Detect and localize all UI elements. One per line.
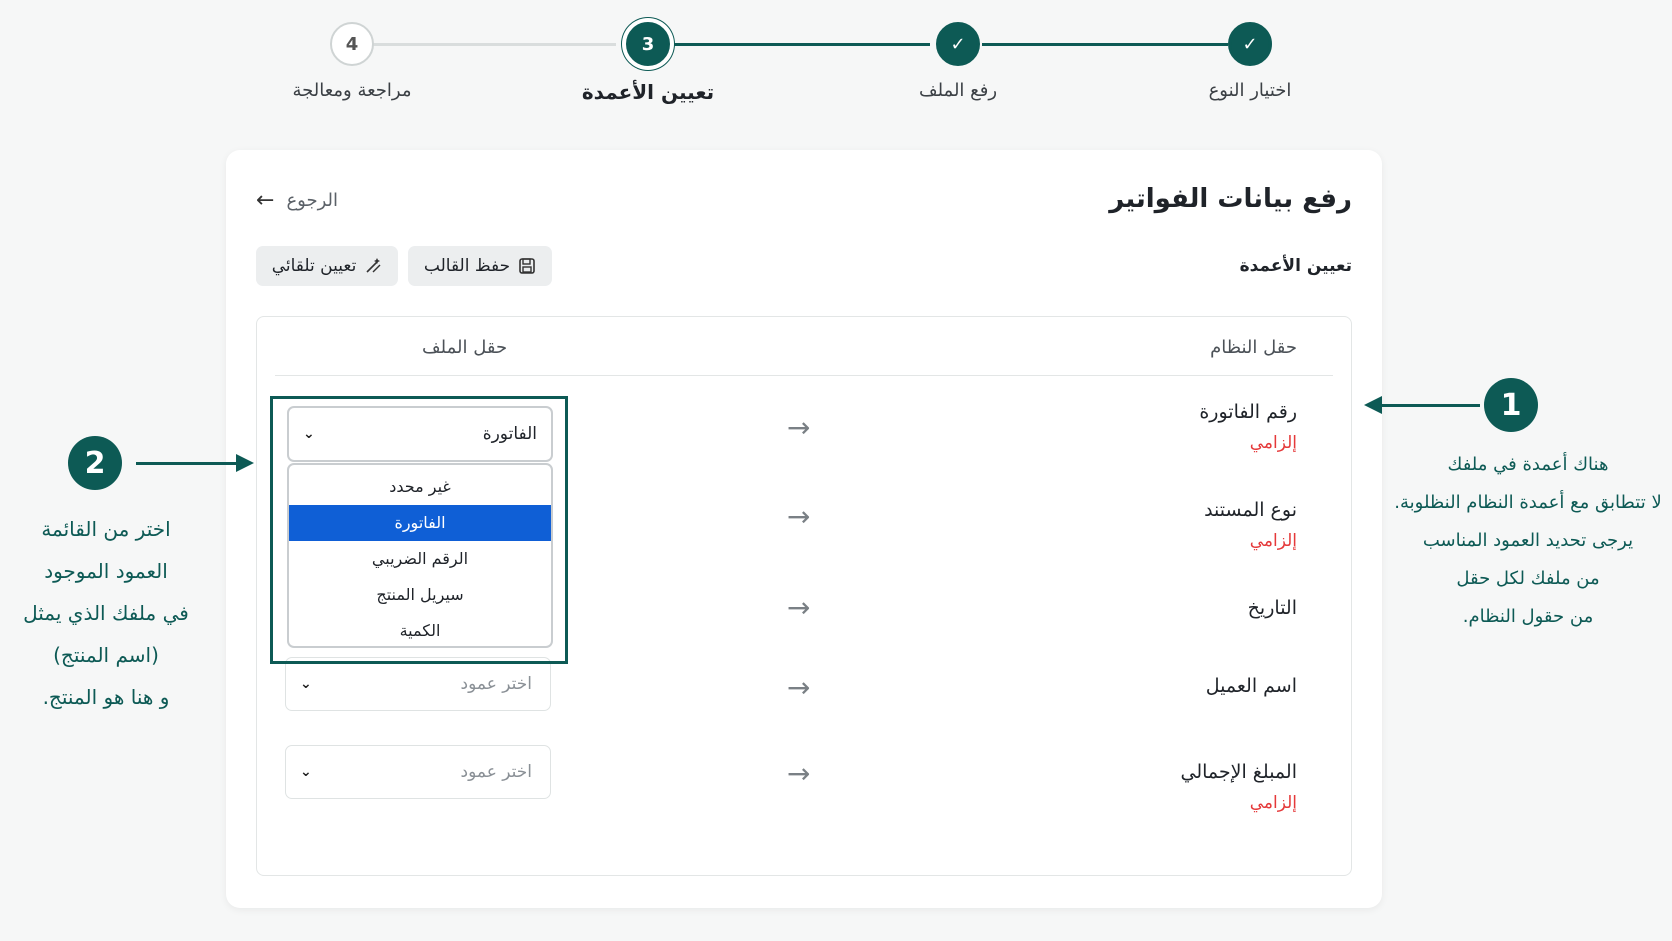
table-row-label: اسم العميل bbox=[1206, 675, 1297, 697]
auto-assign-button[interactable]: تعيين تلقائي bbox=[256, 246, 398, 286]
annotation-line: في ملفك الذي يمثل bbox=[23, 601, 189, 625]
step-2-label: رفع الملف bbox=[918, 80, 998, 101]
annotation-line: من ملفك لكل حقل bbox=[1456, 568, 1600, 589]
system-field-name: التاريخ bbox=[1247, 597, 1297, 619]
annotation-text-1: هناك أعمدة في ملفك لا تتطابق مع أعمدة ال… bbox=[1390, 446, 1666, 636]
step-1-label: اختيار النوع bbox=[1208, 80, 1292, 101]
arrow-left-icon: ← bbox=[256, 188, 275, 213]
dropdown-option[interactable]: الرقم الضريبي bbox=[289, 541, 551, 577]
auto-assign-label: تعيين تلقائي bbox=[271, 256, 357, 276]
arrow-head-left-icon bbox=[1364, 396, 1382, 414]
dropdown-option[interactable]: غير محدد bbox=[289, 469, 551, 505]
dropdown-option[interactable]: سيريل المنتج bbox=[289, 577, 551, 613]
annotation-line: اختر من القائمة bbox=[41, 517, 171, 541]
annotation-line: العمود الموجود bbox=[44, 559, 168, 583]
annotation-line: لا تتطابق مع أعمدة النظام النظلوبة. bbox=[1394, 492, 1662, 513]
chevron-down-icon: ⌄ bbox=[303, 426, 315, 442]
save-template-button[interactable]: حفظ القالب bbox=[408, 246, 552, 286]
dropdown-option[interactable]: الكمية bbox=[289, 613, 551, 649]
arrow-right-icon: → bbox=[787, 757, 811, 790]
back-button[interactable]: ← الرجوع bbox=[256, 188, 338, 213]
system-field-name: نوع المستند bbox=[1204, 499, 1297, 521]
annotation-line: و هنا هو المنتج. bbox=[42, 685, 170, 709]
back-label: الرجوع bbox=[286, 190, 339, 211]
step-4-number[interactable]: 4 bbox=[330, 22, 374, 66]
step-3-number[interactable]: 3 bbox=[626, 22, 670, 66]
step-4-label: مراجعة ومعالجة bbox=[292, 80, 412, 101]
arrow-right-icon: → bbox=[787, 500, 811, 533]
select-value: الفاتورة bbox=[482, 424, 537, 444]
system-field-name: اسم العميل bbox=[1205, 675, 1297, 697]
select-placeholder: اختر عمود bbox=[460, 674, 532, 694]
system-field-header: حقل النظام bbox=[1210, 337, 1297, 358]
progress-stepper: ✓ ✓ 3 4 اختيار النوع رفع الملف تعيين الأ… bbox=[0, 0, 1672, 120]
arrow-right-icon: → bbox=[787, 671, 811, 704]
required-label: إلزامي bbox=[1249, 433, 1297, 453]
annotation-line: (اسم المنتج) bbox=[53, 643, 159, 667]
table-row-label: نوع المستند إلزامي bbox=[1204, 499, 1297, 551]
annotation-arrow-2 bbox=[136, 462, 238, 465]
file-column-select[interactable]: ⌄ اختر عمود bbox=[285, 745, 551, 799]
step-1-check-icon[interactable]: ✓ bbox=[1228, 22, 1272, 66]
file-column-select[interactable]: ⌄ اختر عمود bbox=[285, 657, 551, 711]
system-field-name: رقم الفاتورة bbox=[1199, 401, 1297, 423]
save-template-label: حفظ القالب bbox=[423, 256, 511, 276]
annotation-arrow-1 bbox=[1380, 404, 1480, 407]
step-connector-pending bbox=[372, 43, 616, 46]
dropdown-options-list: غير محدد الفاتورة الرقم الضريبي سيريل ال… bbox=[287, 463, 553, 648]
page-title: رفع بيانات الفواتير bbox=[1109, 184, 1352, 214]
arrow-right-icon: → bbox=[787, 591, 811, 624]
chevron-down-icon: ⌄ bbox=[300, 764, 312, 780]
required-label: إلزامي bbox=[1249, 531, 1297, 551]
step-3-label: تعيين الأعمدة bbox=[581, 80, 715, 104]
table-row-label: المبلغ الإجمالي إلزامي bbox=[1181, 761, 1298, 813]
arrow-right-icon: → bbox=[787, 411, 811, 444]
step-2-check-icon[interactable]: ✓ bbox=[936, 22, 980, 66]
header-divider bbox=[275, 375, 1333, 376]
annotation-line: يرجى تحديد العمود المناسب bbox=[1422, 530, 1634, 551]
arrow-head-right-icon bbox=[236, 454, 254, 472]
section-title: تعيين الأعمدة bbox=[1239, 256, 1352, 276]
system-field-name: المبلغ الإجمالي bbox=[1180, 761, 1298, 783]
file-column-select-open[interactable]: ⌄ الفاتورة bbox=[287, 406, 553, 462]
annotation-line: من حقول النظام. bbox=[1462, 606, 1594, 627]
annotation-badge-2: 2 bbox=[68, 436, 122, 490]
table-row-label: رقم الفاتورة إلزامي bbox=[1199, 401, 1297, 453]
annotation-line: هناك أعمدة في ملفك bbox=[1447, 454, 1609, 475]
select-placeholder: اختر عمود bbox=[460, 762, 532, 782]
chevron-down-icon: ⌄ bbox=[300, 676, 312, 692]
dropdown-option-selected[interactable]: الفاتورة bbox=[289, 505, 551, 541]
table-row-label: التاريخ bbox=[1248, 597, 1297, 619]
annotation-text-2: اختر من القائمة العمود الموجود في ملفك ا… bbox=[6, 508, 206, 718]
step-connector-done bbox=[982, 43, 1228, 46]
required-label: إلزامي bbox=[1249, 793, 1297, 813]
file-field-header: حقل الملف bbox=[422, 337, 508, 358]
step-connector-done bbox=[674, 43, 930, 46]
annotation-badge-1: 1 bbox=[1484, 378, 1538, 432]
save-icon bbox=[519, 258, 535, 274]
magic-wand-icon bbox=[366, 258, 381, 273]
